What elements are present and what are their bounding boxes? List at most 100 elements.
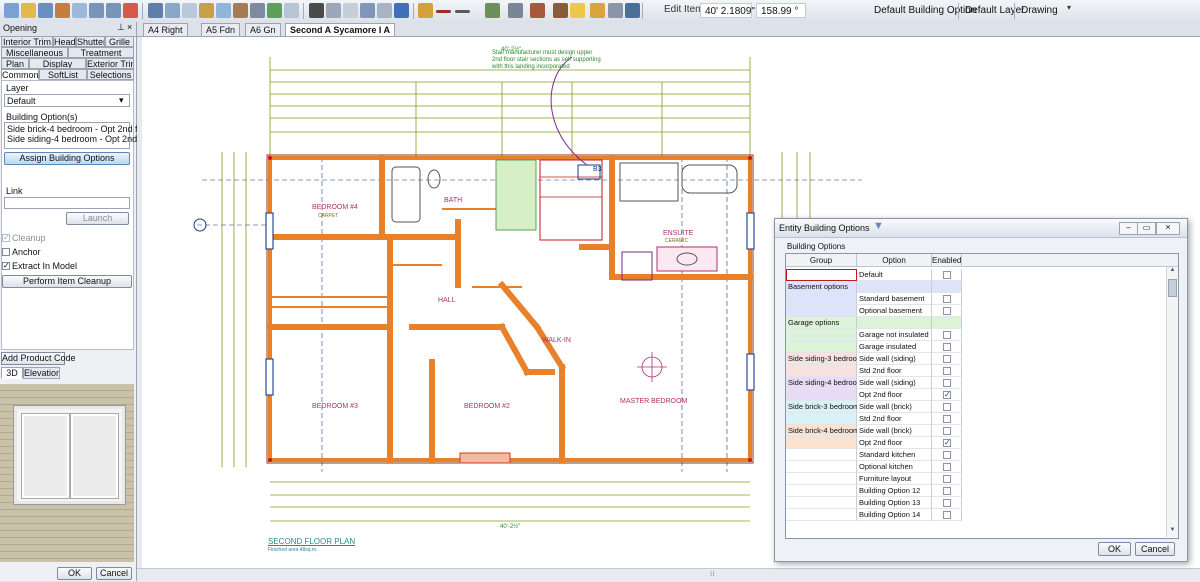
tab-selections[interactable]: Selections (87, 69, 134, 80)
table-row[interactable]: Building Option 13 (786, 497, 1166, 509)
group-cell[interactable] (786, 413, 857, 425)
enabled-checkbox[interactable] (943, 415, 951, 423)
scroll-thumb[interactable]: ⁝⁝ (710, 571, 720, 578)
cabinet-tool-icon[interactable] (343, 3, 358, 18)
option-cell[interactable]: Side wall (siding) (857, 377, 932, 389)
tab-shutter[interactable]: Shutter (76, 36, 105, 47)
option-cell[interactable]: Garage insulated (857, 341, 932, 353)
eraser-icon[interactable] (530, 3, 545, 18)
table-row[interactable]: Building Option 12 (786, 485, 1166, 497)
perform-item-cleanup-button[interactable]: Perform Item Cleanup (2, 275, 132, 288)
grid-scrollbar[interactable]: ▲ ▼ (1166, 267, 1178, 537)
line-icon[interactable] (436, 10, 451, 13)
tab-display[interactable]: Display (29, 58, 86, 69)
table-row[interactable]: Opt 2nd floor ✓ (786, 389, 1166, 401)
group-cell[interactable] (786, 473, 857, 485)
delete-icon[interactable] (123, 3, 138, 18)
tab-plan[interactable]: Plan (1, 58, 29, 69)
camera-icon[interactable] (309, 3, 324, 18)
stair-tool-icon[interactable] (233, 3, 248, 18)
table-row[interactable]: Side siding-4 bedroom Side wall (siding) (786, 377, 1166, 389)
enabled-checkbox[interactable] (943, 271, 951, 279)
save-icon[interactable] (38, 3, 53, 18)
tab-a4-right[interactable]: A4 Right (143, 23, 188, 36)
enabled-checkbox[interactable] (943, 463, 951, 471)
option-cell[interactable]: Standard kitchen (857, 449, 932, 461)
table-row[interactable]: Garage not insulated (786, 329, 1166, 341)
door-tool-icon[interactable] (199, 3, 214, 18)
pencil-icon[interactable] (418, 3, 433, 18)
table-row[interactable]: Default (786, 269, 1166, 281)
print-icon[interactable] (55, 3, 70, 18)
enabled-checkbox[interactable] (943, 427, 951, 435)
dialog-cancel-button[interactable]: Cancel (1135, 542, 1175, 556)
table-row[interactable]: Side brick-3 bedroom Side wall (brick) (786, 401, 1166, 413)
table-row[interactable]: Furniture layout (786, 473, 1166, 485)
enabled-checkbox[interactable] (943, 403, 951, 411)
scroll-down-icon[interactable]: ▼ (1167, 527, 1178, 533)
enabled-checkbox[interactable] (943, 355, 951, 363)
option-cell[interactable]: Side wall (brick) (857, 401, 932, 413)
close-icon[interactable]: × (127, 22, 132, 32)
option-cell[interactable]: Std 2nd floor (857, 365, 932, 377)
coordinate-field[interactable]: 40' 2.1809" (700, 3, 755, 18)
help-icon[interactable] (590, 3, 605, 18)
group-cell[interactable] (786, 305, 857, 317)
select-icon[interactable] (4, 3, 19, 18)
grid-icon[interactable] (508, 3, 523, 18)
ok-button[interactable]: OK (57, 567, 92, 580)
option-cell[interactable]: Optional basement (857, 305, 932, 317)
group-cell[interactable]: Side brick-3 bedroom (786, 401, 859, 413)
cancel-button[interactable]: Cancel (96, 567, 132, 580)
option-cell[interactable]: Opt 2nd floor (857, 389, 932, 401)
group-cell[interactable] (786, 341, 857, 353)
maximize-icon[interactable]: ▭ (1137, 222, 1156, 235)
tab-second-a-sycamore[interactable]: Second A Sycamore I A (285, 23, 396, 36)
enabled-checkbox[interactable]: ✓ (943, 391, 951, 399)
table-row[interactable]: Std 2nd floor (786, 413, 1166, 425)
launch-button[interactable]: Launch (66, 212, 129, 225)
pin-icon[interactable]: ⊥ (117, 22, 125, 33)
table-row[interactable]: Side brick-4 bedroom Side wall (brick) (786, 425, 1166, 437)
tab-3d[interactable]: 3D (1, 367, 23, 379)
layer-select[interactable]: Default Layer (961, 3, 1024, 18)
link-input[interactable] (4, 197, 130, 209)
building-option-select[interactable]: Default Building Option (870, 3, 976, 18)
group-cell[interactable] (786, 389, 857, 401)
group-cell[interactable] (786, 329, 857, 341)
option-cell[interactable]: Side wall (brick) (857, 425, 932, 437)
dialog-ok-button[interactable]: OK (1098, 542, 1131, 556)
cut-icon[interactable] (72, 3, 87, 18)
open-icon[interactable] (21, 3, 36, 18)
column-header-option[interactable]: Option (857, 254, 932, 267)
column-header-enabled[interactable]: Enabled (932, 254, 962, 267)
assign-building-options-button[interactable]: Assign Building Options (4, 152, 130, 165)
horizontal-scrollbar[interactable]: ⁝⁝ (137, 568, 1200, 582)
enabled-checkbox[interactable] (943, 295, 951, 303)
window-icon[interactable] (625, 3, 640, 18)
option-cell[interactable]: Opt 2nd floor (857, 437, 932, 449)
add-product-code-button[interactable]: Add Product Code (1, 352, 76, 365)
copy-icon[interactable] (148, 3, 163, 18)
hatch-icon[interactable] (485, 3, 500, 18)
minimize-icon[interactable]: – (1119, 222, 1138, 235)
cleanup-checkbox[interactable]: ✓ (2, 234, 10, 242)
tab-elevation[interactable]: Elevation (23, 367, 60, 379)
dialog-titlebar[interactable]: Entity Building Options ▼ – ▭ × (775, 219, 1187, 238)
option-cell[interactable]: Garage not insulated (857, 329, 932, 341)
undo-icon[interactable] (89, 3, 104, 18)
table-row[interactable]: Optional kitchen (786, 461, 1166, 473)
group-cell[interactable]: Side siding-4 bedroom (786, 377, 863, 389)
tab-treatment[interactable]: Treatment (68, 47, 134, 58)
group-cell[interactable] (786, 269, 857, 281)
paste-icon[interactable] (165, 3, 180, 18)
roof-tool-icon[interactable] (250, 3, 265, 18)
polyline-icon[interactable] (455, 10, 470, 13)
option-cell[interactable]: Side wall (siding) (857, 353, 932, 365)
tab-common[interactable]: Common (1, 69, 39, 80)
enabled-checkbox[interactable] (943, 487, 951, 495)
column-header-group[interactable]: Group (786, 254, 857, 267)
table-row[interactable]: Garage options (786, 317, 1166, 329)
option-cell[interactable]: Optional kitchen (857, 461, 932, 473)
text-tool-icon[interactable] (284, 3, 299, 18)
